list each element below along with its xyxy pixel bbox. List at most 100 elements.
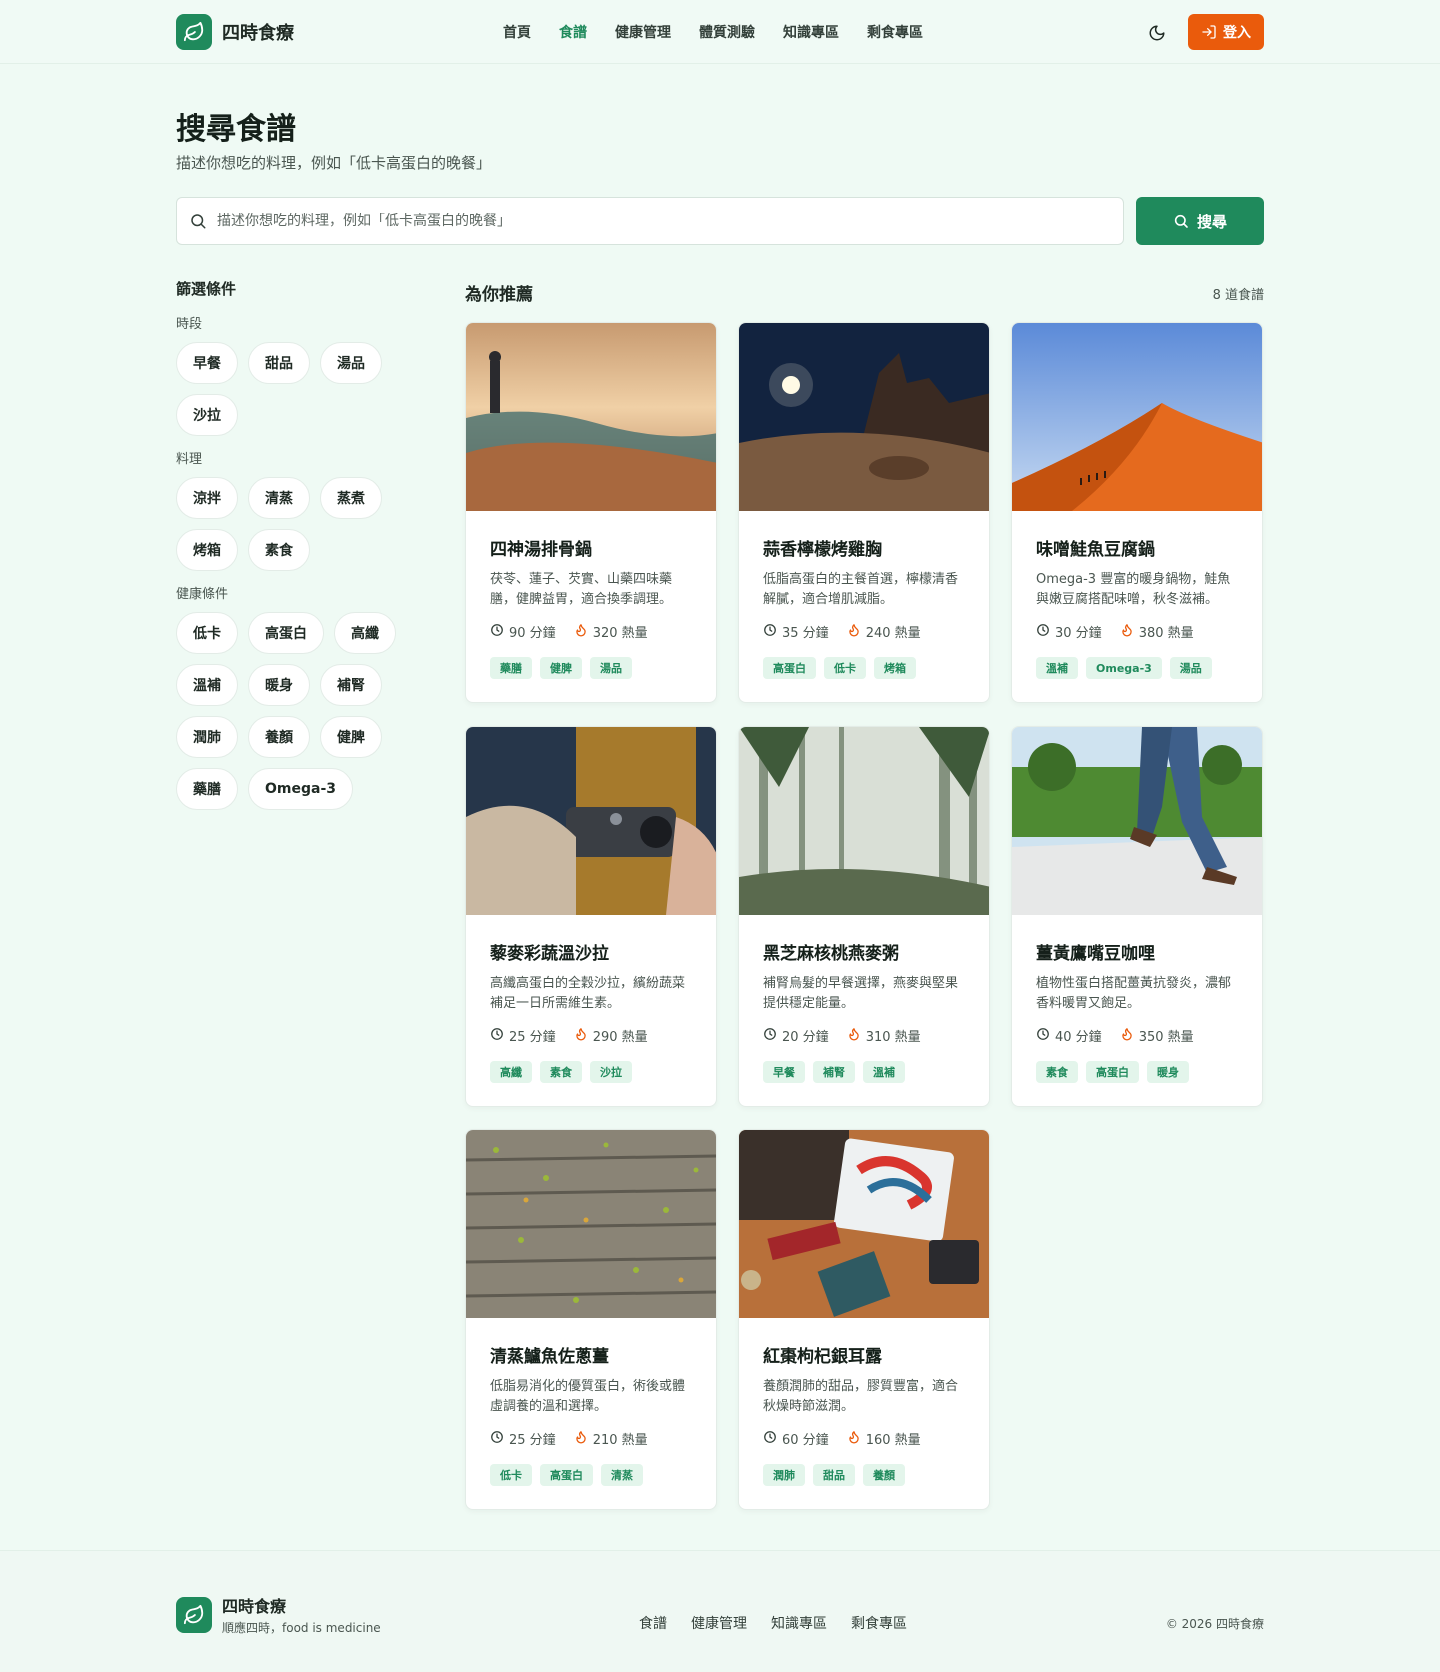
filter-chip[interactable]: 烤箱 [176, 529, 238, 571]
nav-item-home[interactable]: 首頁 [503, 22, 531, 42]
recipe-card[interactable]: 蒜香檸檬烤雞胸 低脂高蛋白的主餐首選，檸檬清香解膩，適合增肌減脂。 35 分鐘 … [738, 322, 990, 703]
recipe-tag[interactable]: Omega-3 [1086, 657, 1162, 679]
clock-icon [490, 1430, 504, 1448]
login-label: 登入 [1223, 25, 1251, 41]
nav-item-constitution-test[interactable]: 體質測驗 [699, 22, 755, 42]
search-button[interactable]: 搜尋 [1136, 197, 1264, 245]
recipe-tag[interactable]: 補腎 [813, 1061, 855, 1083]
filter-chip[interactable]: 補腎 [320, 664, 382, 706]
recipe-title: 蒜香檸檬烤雞胸 [763, 540, 882, 560]
filter-chip[interactable]: 沙拉 [176, 394, 238, 436]
nav-item-knowledge[interactable]: 知識專區 [783, 22, 839, 42]
flame-icon [847, 1027, 861, 1045]
recipe-tag[interactable]: 甜品 [813, 1464, 855, 1486]
filter-chip[interactable]: 溫補 [176, 664, 238, 706]
footer-link-recipes[interactable]: 食譜 [639, 1613, 667, 1633]
recipe-description: 補腎烏髮的早餐選擇，燕麥與堅果提供穩定能量。 [763, 976, 959, 1011]
flame-icon [1120, 623, 1134, 641]
recipe-time: 35 分鐘 [782, 626, 829, 641]
moon-icon[interactable] [1146, 22, 1168, 44]
recipe-calories: 320 熱量 [592, 626, 648, 641]
recipe-tag[interactable]: 高蛋白 [540, 1464, 593, 1486]
recipe-tag[interactable]: 烤箱 [874, 657, 916, 679]
filter-chip[interactable]: 潤肺 [176, 716, 238, 758]
recipe-tag[interactable]: 高纖 [490, 1061, 532, 1083]
filter-chip[interactable]: 健脾 [320, 716, 382, 758]
filter-chip[interactable]: 早餐 [176, 342, 238, 384]
nav-item-leftovers[interactable]: 剩食專區 [867, 22, 923, 42]
clock-icon [763, 623, 777, 641]
recipe-tags: 低卡 高蛋白 清蒸 [490, 1464, 692, 1486]
filter-chip[interactable]: 甜品 [248, 342, 310, 384]
recipe-time: 20 分鐘 [782, 1030, 829, 1045]
clock-icon [490, 623, 504, 641]
filter-chip[interactable]: 低卡 [176, 612, 238, 654]
flame-icon [1120, 1027, 1134, 1045]
brand[interactable]: 四時食療 [176, 14, 294, 50]
recipe-tag[interactable]: 潤肺 [763, 1464, 805, 1486]
recipe-card[interactable]: 藜麥彩蔬溫沙拉 高纖高蛋白的全穀沙拉，繽紛蔬菜補足一日所需維生素。 25 分鐘 … [465, 726, 717, 1107]
filter-chip[interactable]: 素食 [248, 529, 310, 571]
recipe-card[interactable]: 薑黃鷹嘴豆咖哩 植物性蛋白搭配薑黃抗發炎，濃郁香料暖胃又飽足。 40 分鐘 35… [1011, 726, 1263, 1107]
flame-icon [574, 1430, 588, 1448]
recipe-time: 25 分鐘 [509, 1433, 556, 1448]
recipe-card[interactable]: 黑芝麻核桃燕麥粥 補腎烏髮的早餐選擇，燕麥與堅果提供穩定能量。 20 分鐘 31… [738, 726, 990, 1107]
nav-item-recipes[interactable]: 食譜 [559, 22, 587, 42]
recipe-tag[interactable]: 低卡 [824, 657, 866, 679]
footer-slogan: 順應四時，food is medicine [222, 1621, 381, 1635]
recipe-card[interactable]: 四神湯排骨鍋 茯苓、蓮子、芡實、山藥四味藥膳，健脾益胃，適合換季調理。 90 分… [465, 322, 717, 703]
recipe-tag[interactable]: 健脾 [540, 657, 582, 679]
recipe-tag[interactable]: 素食 [1036, 1061, 1078, 1083]
footer-link-health[interactable]: 健康管理 [691, 1613, 747, 1633]
results-count: 8 道食譜 [1212, 288, 1264, 303]
filter-chip[interactable]: 養顏 [248, 716, 310, 758]
login-button[interactable]: 登入 [1188, 14, 1264, 50]
recipe-time: 25 分鐘 [509, 1030, 556, 1045]
recipe-tag[interactable]: 暖身 [1147, 1061, 1189, 1083]
recipe-tag[interactable]: 沙拉 [590, 1061, 632, 1083]
recipe-tag[interactable]: 養顏 [863, 1464, 905, 1486]
top-header: 四時食療 首頁 食譜 健康管理 體質測驗 知識專區 剩食專區 登入 [0, 0, 1440, 64]
recipe-card[interactable]: 清蒸鱸魚佐蔥薑 低脂易消化的優質蛋白，術後或體虛調養的溫和選擇。 25 分鐘 2… [465, 1129, 717, 1510]
recipe-time: 60 分鐘 [782, 1433, 829, 1448]
recipe-title: 薑黃鷹嘴豆咖哩 [1036, 944, 1155, 964]
recipe-tag[interactable]: 溫補 [863, 1061, 905, 1083]
search-box[interactable] [176, 197, 1124, 245]
recipe-tag[interactable]: 湯品 [590, 657, 632, 679]
filter-chip[interactable]: 高纖 [334, 612, 396, 654]
recipe-card[interactable]: 紅棗枸杞銀耳露 養顏潤肺的甜品，膠質豐富，適合秋燥時節滋潤。 60 分鐘 160… [738, 1129, 990, 1510]
recipe-tag[interactable]: 高蛋白 [1086, 1061, 1139, 1083]
filter-chip[interactable]: 蒸煮 [320, 477, 382, 519]
flame-icon [847, 1430, 861, 1448]
recipe-tag[interactable]: 湯品 [1169, 657, 1212, 679]
recipe-tag[interactable]: 清蒸 [601, 1464, 643, 1486]
recipe-tag[interactable]: 早餐 [763, 1061, 805, 1083]
recipe-image [739, 1130, 989, 1318]
recipe-card[interactable]: 味噌鮭魚豆腐鍋 Omega-3 豐富的暖身鍋物，鮭魚與嫩豆腐搭配味噌，秋冬滋補。… [1011, 322, 1263, 703]
recipe-title: 藜麥彩蔬溫沙拉 [490, 944, 609, 964]
filter-chip[interactable]: 暖身 [248, 664, 310, 706]
nav-item-health[interactable]: 健康管理 [615, 22, 671, 42]
filter-chip[interactable]: 涼拌 [176, 477, 238, 519]
filter-chip[interactable]: Omega-3 [248, 768, 354, 810]
footer-brand[interactable]: 四時食療 順應四時，food is medicine [176, 1593, 381, 1636]
recipe-image [739, 323, 989, 511]
recipe-tag[interactable]: 高蛋白 [763, 657, 816, 679]
filter-chips-cooking: 涼拌 清蒸 蒸煮 烤箱 素食 [176, 477, 406, 571]
filter-chip[interactable]: 湯品 [320, 342, 382, 384]
recipe-description: 茯苓、蓮子、芡實、山藥四味藥膳，健脾益胃，適合換季調理。 [490, 572, 673, 607]
recipe-description: 低脂易消化的優質蛋白，術後或體虛調養的溫和選擇。 [490, 1379, 686, 1414]
recipe-tag[interactable]: 素食 [540, 1061, 582, 1083]
search-input[interactable] [217, 213, 1097, 229]
recipe-tag[interactable]: 藥膳 [490, 657, 532, 679]
filter-chip[interactable]: 清蒸 [248, 477, 310, 519]
recipe-tag[interactable]: 溫補 [1036, 657, 1078, 679]
recipe-tag[interactable]: 低卡 [490, 1464, 532, 1486]
filter-chip[interactable]: 藥膳 [176, 768, 238, 810]
filter-chip[interactable]: 高蛋白 [248, 612, 324, 654]
recipe-tags: 素食 高蛋白 暖身 [1036, 1061, 1238, 1083]
footer-link-knowledge[interactable]: 知識專區 [771, 1613, 827, 1633]
copyright: © 2026 四時食療 [1165, 1617, 1264, 1631]
footer-link-leftovers[interactable]: 剩食專區 [851, 1613, 907, 1633]
clock-icon [1036, 1027, 1050, 1045]
